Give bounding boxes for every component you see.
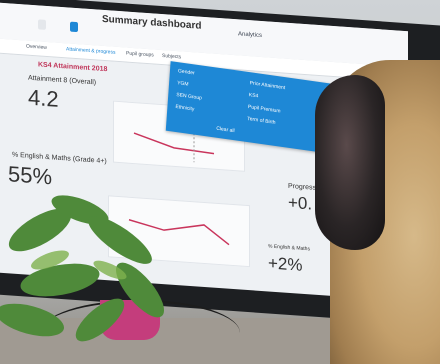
search-field[interactable] bbox=[38, 19, 46, 30]
filter-ethnicity[interactable]: Ethnicity bbox=[175, 104, 194, 113]
metric3-value: +0. bbox=[288, 192, 313, 214]
section-title: KS4 Attainment 2018 bbox=[38, 61, 108, 74]
filter-term-of-birth[interactable]: Term of Birth bbox=[247, 116, 276, 126]
metric4-label: % English & Maths bbox=[268, 243, 310, 253]
filter-prior-attainment[interactable]: Prior Attainment bbox=[249, 80, 285, 91]
filter-ygm[interactable]: YGM bbox=[177, 80, 189, 88]
tab-overview[interactable]: Overview bbox=[26, 44, 47, 51]
plant-leaves bbox=[0, 195, 165, 342]
select-button[interactable] bbox=[70, 21, 78, 33]
filter-pupil-premium[interactable]: Pupil Premium bbox=[248, 104, 281, 114]
photo-scene: Summary dashboard Analytics Overview Att… bbox=[0, 0, 440, 364]
filter-gender[interactable]: Gender bbox=[178, 68, 195, 76]
plant bbox=[0, 195, 165, 342]
metric3-label: Progress bbox=[288, 182, 317, 192]
tab-pupil-groups[interactable]: Pupil groups bbox=[126, 51, 154, 59]
topbar-link[interactable]: Analytics bbox=[238, 31, 262, 39]
filter-sen[interactable]: SEN Group bbox=[176, 92, 202, 102]
tab-subjects[interactable]: Subjects bbox=[162, 53, 181, 60]
tab-attainment[interactable]: Attainment & progress bbox=[66, 46, 115, 55]
metric4-value: +2% bbox=[268, 253, 303, 275]
headphones bbox=[315, 75, 385, 250]
chart-line bbox=[133, 132, 215, 155]
dashboard-title: Summary dashboard bbox=[102, 13, 202, 32]
clear-all-button[interactable]: Clear all bbox=[216, 126, 235, 135]
filter-ks4[interactable]: KS4 bbox=[249, 92, 259, 99]
metric1-value: 4.2 bbox=[28, 84, 59, 112]
